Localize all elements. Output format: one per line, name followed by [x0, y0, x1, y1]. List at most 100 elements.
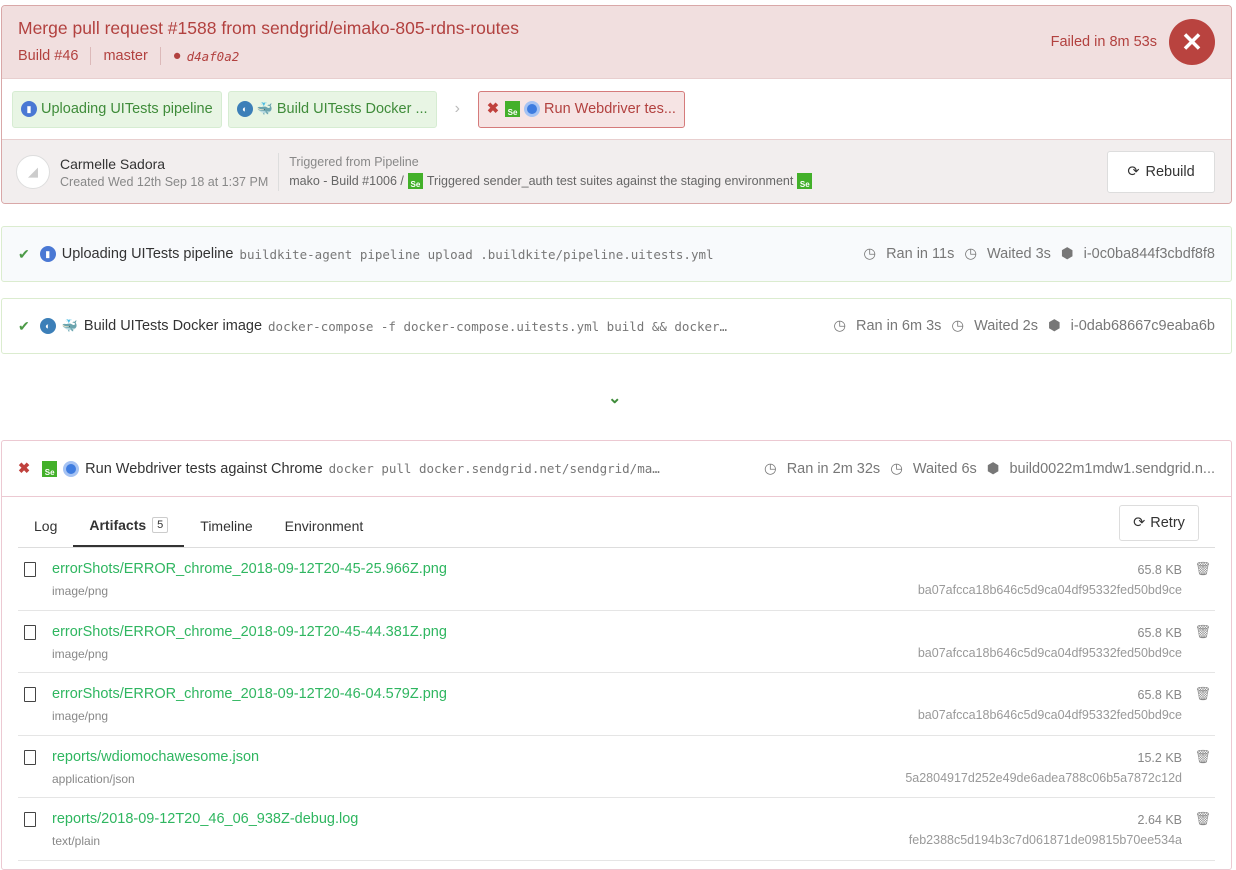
trash-icon[interactable]: 🗑	[1194, 811, 1211, 827]
chip-label: Build UITests Docker ...	[276, 101, 428, 117]
build-title[interactable]: Merge pull request #1588 from sendgrid/e…	[18, 18, 1215, 39]
artifact-link[interactable]: reports/wdiomochawesome.json	[52, 749, 259, 765]
artifact-link[interactable]: errorShots/ERROR_chrome_2018-09-12T20-45…	[52, 561, 447, 577]
trash-icon[interactable]: 🗑	[1194, 749, 1211, 765]
x-icon: ✖	[486, 101, 500, 117]
step-chip-webdriver[interactable]: ✖ Se Run Webdriver tes...	[477, 90, 685, 128]
artifact-type: image/png	[52, 709, 109, 723]
tab-log[interactable]: Log	[18, 505, 73, 547]
step-chip-upload[interactable]: ▮ Uploading UITests pipeline	[12, 90, 222, 128]
trash-icon[interactable]: 🗑	[1194, 686, 1211, 702]
build-status: Failed in 8m 53s	[1050, 34, 1157, 50]
job-row-webdriver[interactable]: ✖ Se Run Webdriver tests against Chrome …	[2, 441, 1231, 497]
job-command: docker-compose -f docker-compose.uitests…	[268, 318, 728, 334]
agent-icon: ◐	[236, 101, 253, 117]
x-icon: ✖	[18, 460, 31, 477]
refresh-icon: ⟳	[1133, 515, 1146, 531]
selenium-icon: Se	[407, 173, 423, 189]
tab-environment[interactable]: Environment	[269, 505, 380, 547]
step-chip-docker[interactable]: ◐ 🐳 Build UITests Docker ...	[227, 90, 437, 128]
artifact-row: errorShots/ERROR_chrome_2018-09-12T20-45…	[18, 548, 1215, 611]
agent-cube-icon: ⬢	[986, 460, 1000, 477]
ran-time: Ran in 2m 32s	[786, 460, 881, 477]
agent-cube-icon: ⬢	[1048, 318, 1061, 334]
check-icon: ✔	[18, 245, 30, 262]
artifact-size: 2.64 KB	[1137, 813, 1182, 827]
rebuild-label: Rebuild	[1145, 164, 1195, 180]
selenium-icon: Se	[42, 460, 58, 477]
artifact-row: errorShots/ERROR_chrome_2018-09-12T20-46…	[18, 673, 1215, 736]
job-tabs: Log Artifacts 5 Timeline Environment ⟳ Ret…	[18, 505, 1215, 548]
job-name: Uploading UITests pipeline	[61, 246, 234, 262]
job-name: Run Webdriver tests against Chrome	[85, 460, 323, 477]
artifact-link[interactable]: reports/2018-09-12T20_46_06_938Z-debug.l…	[52, 811, 358, 827]
artifact-size: 65.8 KB	[1137, 563, 1182, 577]
selenium-icon: Se	[505, 101, 521, 117]
clock-icon: ◷	[890, 460, 903, 477]
created-time: Created Wed 12th Sep 18 at 1:37 PM	[60, 174, 269, 189]
ran-time: Ran in 6m 3s	[855, 318, 942, 334]
clock-icon: ◷	[764, 460, 777, 477]
docker-icon: 🐳	[61, 318, 78, 333]
avatar: ◢	[16, 155, 50, 189]
wait-time: Waited 3s	[986, 246, 1051, 262]
chevron-down-icon: ⌄	[608, 390, 622, 407]
job-row-upload[interactable]: ✔ ▮ Uploading UITests pipeline buildkite…	[1, 226, 1232, 282]
chrome-icon	[63, 460, 80, 477]
clock-icon: ◷	[863, 246, 877, 262]
file-icon	[24, 812, 36, 827]
chip-label: Run Webdriver tes...	[544, 101, 676, 117]
chrome-icon	[524, 101, 541, 117]
file-icon	[24, 687, 36, 702]
refresh-icon: ⟳	[1127, 164, 1140, 180]
buildkite-icon: ▮	[39, 246, 56, 262]
rebuild-button[interactable]: ⟳ Rebuild	[1107, 151, 1215, 193]
trigger-source-link[interactable]: mako - Build #1006 /	[289, 174, 404, 188]
clock-icon: ◷	[833, 318, 846, 334]
build-header: Merge pull request #1588 from sendgrid/e…	[2, 6, 1231, 79]
selenium-icon: Se	[797, 173, 813, 189]
docker-icon: 🐳	[256, 101, 273, 116]
artifact-type: image/png	[52, 646, 109, 661]
artifact-type: image/png	[52, 584, 109, 598]
artifact-link[interactable]: errorShots/ERROR_chrome_2018-09-12T20-45…	[52, 624, 447, 640]
trigger-desc[interactable]: Triggered sender_auth test suites agains…	[427, 174, 793, 188]
artifact-hash: ba07afcca18b646c5d9ca04df95332fed50bd9ce	[917, 645, 1182, 660]
trash-icon[interactable]: 🗑	[1194, 561, 1211, 577]
buildkite-icon: ▮	[21, 101, 37, 117]
retry-button[interactable]: ⟳ Retry	[1119, 505, 1199, 541]
file-icon	[24, 749, 36, 765]
artifact-hash: ba07afcca18b646c5d9ca04df95332fed50bd9ce	[917, 583, 1182, 597]
agent-name[interactable]: i-0dab68667c9eaba6b	[1071, 318, 1215, 334]
wait-time: Waited 6s	[912, 460, 977, 477]
artifact-hash: feb2388c5d194b3c7d061871de09815b70ee534a	[908, 833, 1182, 847]
trash-icon[interactable]: 🗑	[1194, 624, 1211, 640]
agent-name[interactable]: build0022m1mdw1.sendgrid.n...	[1009, 461, 1215, 477]
chevron-right-icon: ›	[454, 100, 460, 117]
failed-status-icon: ✕	[1169, 19, 1215, 65]
job-command: docker pull docker.sendgrid.net/sendgrid…	[328, 461, 660, 476]
artifact-size: 65.8 KB	[1137, 688, 1182, 702]
trigger-label: Triggered from Pipeline	[289, 155, 419, 169]
artifact-link[interactable]: errorShots/ERROR_chrome_2018-09-12T20-46…	[52, 686, 447, 702]
check-icon: ✔	[18, 317, 30, 334]
commit-hash[interactable]: d4af0a2	[187, 49, 240, 64]
tab-artifacts[interactable]: Artifacts 5	[73, 505, 185, 547]
artifact-hash: 5a2804917d252e49de6adea788c06b5a7872c12d	[905, 770, 1182, 785]
github-icon: ●	[172, 48, 182, 64]
build-meta: ◢ Carmelle Sadora Created Wed 12th Sep 1…	[2, 140, 1231, 203]
clock-icon: ◷	[951, 318, 965, 334]
artifact-type: application/json	[52, 771, 135, 786]
artifact-size: 15.2 KB	[1137, 750, 1182, 765]
build-panel: Merge pull request #1588 from sendgrid/e…	[1, 5, 1232, 204]
tab-timeline[interactable]: Timeline	[184, 505, 268, 547]
job-name: Build UITests Docker image	[83, 318, 263, 334]
artifact-row: reports/wdiomochawesome.json application…	[18, 736, 1215, 798]
chip-label: Uploading UITests pipeline	[41, 101, 213, 117]
build-number[interactable]: Build #46	[18, 48, 78, 64]
agent-cube-icon: ⬢	[1060, 246, 1074, 262]
agent-name[interactable]: i-0c0ba844f3cbdf8f8	[1084, 246, 1215, 262]
author-name: Carmelle Sadora	[60, 155, 166, 172]
job-row-docker[interactable]: ✔ ◐ 🐳 Build UITests Docker image docker-c…	[1, 298, 1232, 354]
branch[interactable]: master	[103, 48, 147, 64]
